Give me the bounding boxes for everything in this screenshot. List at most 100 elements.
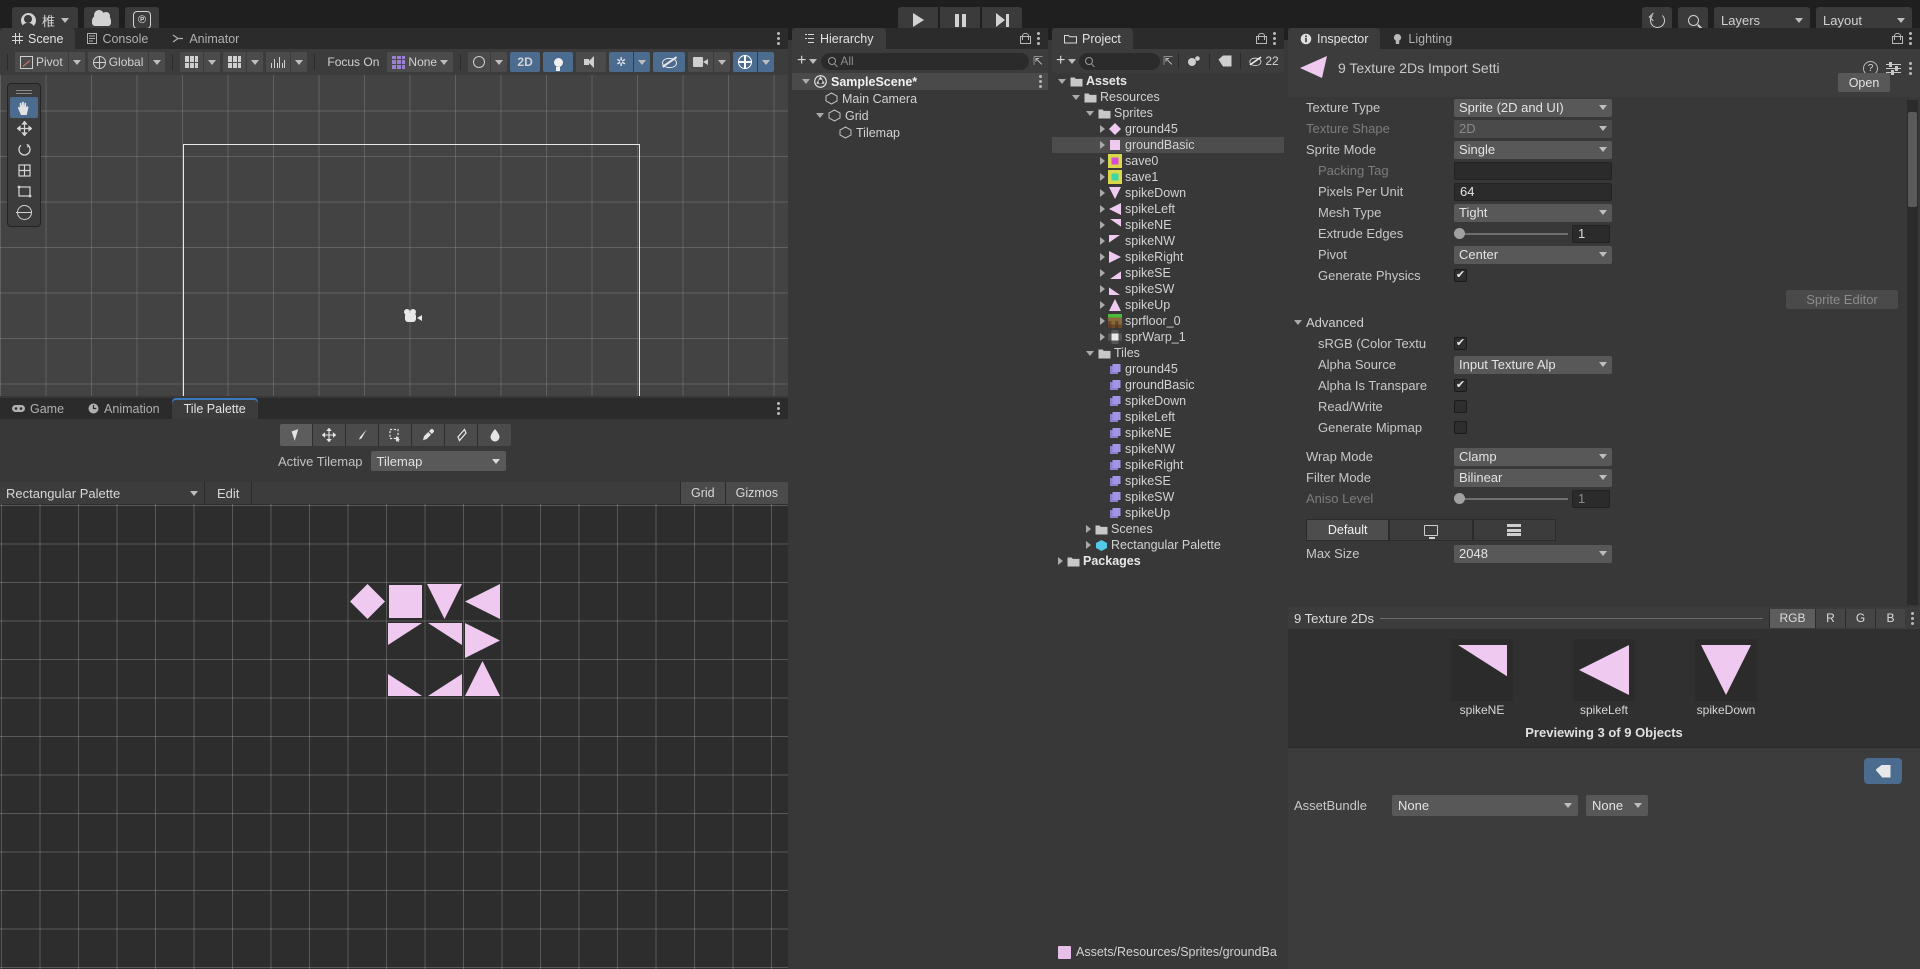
project-row[interactable]: spikeDown xyxy=(1052,393,1284,409)
hierarchy-row-tilemap[interactable]: Tilemap xyxy=(792,124,1048,141)
platform-tab-server[interactable] xyxy=(1472,519,1556,541)
filter-by-label-button[interactable] xyxy=(1215,52,1235,70)
inspector-body[interactable]: Texture Type Sprite (2D and UI) Texture … xyxy=(1288,97,1920,607)
tab-inspector[interactable]: Inspector xyxy=(1288,28,1381,49)
hierarchy-search-input[interactable]: All xyxy=(821,52,1029,70)
chevron-right-icon[interactable] xyxy=(1100,285,1105,293)
max-size-dropdown[interactable]: 2048 xyxy=(1454,544,1612,563)
palette-boxfill-tool[interactable] xyxy=(379,424,412,446)
palette-dropdown[interactable]: Rectangular Palette xyxy=(0,482,205,504)
ruler-button[interactable] xyxy=(266,52,291,72)
project-row[interactable]: spikeLeft xyxy=(1052,201,1284,217)
preview-channel-r[interactable]: R xyxy=(1815,608,1845,628)
project-row[interactable]: sprWarp_1 xyxy=(1052,329,1284,345)
palette-tile-triangle-down[interactable] xyxy=(426,583,464,621)
palette-tile-triangle-right[interactable] xyxy=(464,622,502,660)
chevron-right-icon[interactable] xyxy=(1100,317,1105,325)
read-write-checkbox[interactable] xyxy=(1454,400,1467,413)
palette-tile-triangle-ne[interactable] xyxy=(426,622,464,660)
palette-paint-tool[interactable] xyxy=(346,424,379,446)
pivot-button[interactable]: Pivot xyxy=(15,52,68,72)
palette-tile-triangle-se[interactable] xyxy=(426,660,464,698)
scene-audio-toggle[interactable] xyxy=(576,52,607,72)
tab-animation[interactable]: Animation xyxy=(76,398,172,419)
palette-tile-triangle-left[interactable] xyxy=(464,583,502,621)
scene-camera-button[interactable] xyxy=(688,52,714,72)
chevron-right-icon[interactable] xyxy=(1100,157,1105,165)
palette-select-tool[interactable] xyxy=(280,424,313,446)
platform-tab-standalone[interactable] xyxy=(1389,519,1473,541)
hidden-objects-toggle[interactable] xyxy=(653,52,686,72)
wrap-mode-dropdown[interactable]: Clamp xyxy=(1454,447,1612,466)
hierarchy-row-grid[interactable]: Grid xyxy=(792,107,1048,124)
project-row[interactable]: Scenes xyxy=(1052,521,1284,537)
project-row[interactable]: spikeSW xyxy=(1052,489,1284,505)
create-asset-button[interactable]: + xyxy=(1056,53,1077,69)
transform-tool-button[interactable] xyxy=(8,202,40,223)
aniso-level-value[interactable]: 1 xyxy=(1572,489,1610,508)
lock-icon[interactable] xyxy=(1020,33,1031,44)
project-row[interactable]: Packages xyxy=(1052,553,1284,569)
scene-canvas[interactable] xyxy=(0,75,788,396)
chevron-right-icon[interactable] xyxy=(1086,525,1091,533)
project-row[interactable]: save0 xyxy=(1052,153,1284,169)
project-row[interactable]: spikeDown xyxy=(1052,185,1284,201)
view-2d-toggle[interactable]: 2D xyxy=(510,52,541,72)
chevron-right-icon[interactable] xyxy=(1100,189,1105,197)
palette-tile-triangle-up[interactable] xyxy=(464,660,502,698)
ruler-dropdown[interactable] xyxy=(291,52,308,72)
chevron-right-icon[interactable] xyxy=(1058,557,1063,565)
palette-gizmos-toggle[interactable]: Gizmos xyxy=(724,482,788,504)
project-search-input[interactable] xyxy=(1079,52,1160,70)
preview-options-icon[interactable] xyxy=(1911,611,1914,625)
pivot-dropdown[interactable]: Center xyxy=(1454,245,1612,264)
hidden-assets-badge[interactable]: 22 xyxy=(1246,52,1280,70)
snap-increment-button[interactable] xyxy=(180,52,204,72)
hierarchy-tree[interactable]: SampleScene* Main Camera Grid Tilemap xyxy=(792,73,1048,969)
rect-tool-button[interactable] xyxy=(8,181,40,202)
project-row[interactable]: ground45 xyxy=(1052,361,1284,377)
chevron-right-icon[interactable] xyxy=(1100,301,1105,309)
chevron-right-icon[interactable] xyxy=(1100,173,1105,181)
palette-options-icon[interactable] xyxy=(777,402,780,415)
project-row[interactable]: spikeLeft xyxy=(1052,409,1284,425)
project-row[interactable]: spikeNW xyxy=(1052,441,1284,457)
hierarchy-sort-icon[interactable]: ⇱ xyxy=(1033,54,1043,68)
project-row[interactable]: spikeNW xyxy=(1052,233,1284,249)
scene-camera-dropdown[interactable] xyxy=(714,52,731,72)
palette-canvas[interactable] xyxy=(0,504,788,969)
filter-mode-dropdown[interactable]: Bilinear xyxy=(1454,468,1612,487)
hand-tool-button[interactable] xyxy=(10,97,38,118)
platform-tab-default[interactable]: Default xyxy=(1306,519,1390,541)
gizmos-button[interactable] xyxy=(733,52,758,72)
preview-channel-rgb[interactable]: RGB xyxy=(1769,608,1815,628)
palette-tile-triangle-sw[interactable] xyxy=(387,660,425,698)
shading-mode-button[interactable] xyxy=(468,52,491,72)
palette-floodfill-tool[interactable] xyxy=(478,424,511,446)
inspector-options-icon[interactable] xyxy=(1909,32,1912,45)
advanced-foldout[interactable]: Advanced xyxy=(1288,312,1920,333)
project-row[interactable]: Resources xyxy=(1052,89,1284,105)
scene-lighting-toggle[interactable] xyxy=(543,52,574,72)
shading-mode-dropdown[interactable] xyxy=(491,52,508,72)
assetbundle-variant-dropdown[interactable]: None xyxy=(1586,795,1648,816)
scene-context-menu-icon[interactable] xyxy=(1039,75,1042,88)
chevron-down-icon[interactable] xyxy=(1086,110,1094,116)
extrude-edges-slider[interactable] xyxy=(1454,225,1572,243)
rotate-tool-button[interactable] xyxy=(8,139,40,160)
palette-picker-tool[interactable] xyxy=(412,424,445,446)
generate-physics-checkbox[interactable]: ✔ xyxy=(1454,269,1467,282)
tab-lighting[interactable]: Lighting xyxy=(1380,28,1465,49)
srgb-color-textu-checkbox[interactable]: ✔ xyxy=(1454,337,1467,350)
chevron-right-icon[interactable] xyxy=(1086,541,1091,549)
alpha-is-transpare-checkbox[interactable]: ✔ xyxy=(1454,379,1467,392)
grid-snap-dropdown[interactable] xyxy=(247,52,264,72)
assetbundle-dropdown[interactable]: None xyxy=(1392,795,1578,816)
global-button[interactable]: Global xyxy=(87,52,149,72)
chevron-right-icon[interactable] xyxy=(1100,253,1105,261)
project-row[interactable]: Sprites xyxy=(1052,105,1284,121)
snap-increment-dropdown[interactable] xyxy=(204,52,221,72)
project-row[interactable]: spikeSE xyxy=(1052,473,1284,489)
sprite-mode-dropdown[interactable]: Single xyxy=(1454,140,1612,159)
global-dropdown[interactable] xyxy=(149,52,166,72)
